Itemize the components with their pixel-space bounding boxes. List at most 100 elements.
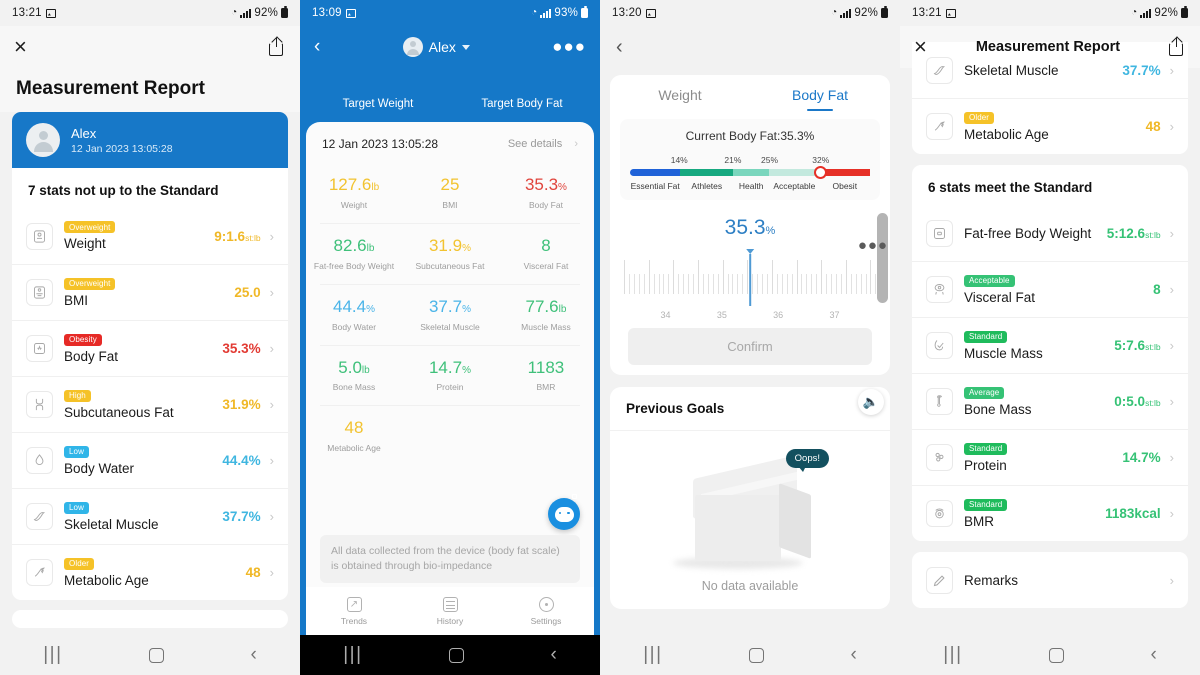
table-row[interactable]: Obesity Body Fat 35.3% › (12, 320, 288, 376)
see-details-link[interactable]: See details › (508, 138, 578, 150)
user-card[interactable]: Alex 12 Jan 2023 13:05:28 (12, 112, 288, 168)
share-icon[interactable] (269, 38, 286, 56)
scrollbar-thumb[interactable] (877, 213, 888, 303)
confirm-button[interactable]: Confirm (628, 328, 872, 365)
ruler-tick (628, 274, 630, 294)
table-row[interactable]: Older Metabolic Age 48 › (12, 544, 288, 600)
android-navbar[interactable]: ||| ‹ (300, 635, 600, 675)
android-navbar[interactable]: ||| ‹ (900, 635, 1200, 675)
close-icon[interactable]: × (14, 36, 27, 58)
scale-knob[interactable] (813, 166, 827, 179)
row-label: BMI (64, 292, 89, 308)
signal-icon (840, 8, 852, 18)
row-label: Metabolic Age (64, 572, 149, 588)
table-row[interactable]: Low Body Water 44.4% › (12, 432, 288, 488)
metric-cell[interactable]: 48 Metabolic Age (306, 406, 402, 466)
status-bar: 13:09 ◔ 93% (300, 0, 600, 26)
stats-list: Overweight Weight 9:1.6st:lb › Overweight BMI… (12, 208, 288, 600)
back-button[interactable]: ‹ (550, 644, 556, 666)
recents-button[interactable]: ||| (343, 644, 362, 666)
ruler-tick (742, 274, 744, 294)
metric-cell[interactable]: 127.6lb Weight (306, 163, 402, 223)
table-row[interactable]: Overweight BMI 25.0 › (12, 264, 288, 320)
chevron-right-icon: › (269, 565, 274, 580)
ruler-tick (791, 274, 793, 294)
table-row[interactable]: Average Bone Mass 0:5.0st:lb › (912, 373, 1188, 429)
metric-cell[interactable]: 14.7% Protein (402, 346, 498, 406)
ruler-tick (870, 260, 872, 294)
table-row[interactable]: Skeletal Muscle 37.7% › (912, 42, 1188, 98)
android-navbar[interactable]: ||| ‹ (0, 635, 300, 675)
table-row[interactable]: Low Skeletal Muscle 37.7% › (12, 488, 288, 544)
home-button[interactable] (748, 647, 764, 663)
remarks-row[interactable]: Remarks › (912, 552, 1188, 608)
more-options-icon[interactable]: ●●● (858, 237, 888, 254)
back-button[interactable]: ‹ (250, 644, 256, 666)
value-ruler[interactable]: 34 35 36 37 (622, 246, 878, 320)
row-label: Skeletal Muscle (64, 516, 159, 532)
metric-cell[interactable]: 25 BMI (402, 163, 498, 223)
metric-cell[interactable]: 8 Visceral Fat (498, 224, 594, 284)
chevron-right-icon: › (1169, 119, 1174, 134)
table-row[interactable]: Overweight Weight 9:1.6st:lb › (12, 208, 288, 264)
user-selector[interactable]: Alex (320, 37, 552, 57)
metrics-row: 82.6lb Fat-free Body Weight 31.9% Subcutane… (306, 224, 594, 284)
table-row[interactable]: Fat-free Body Weight 5:12.6st:lb › (912, 205, 1188, 261)
home-button[interactable] (148, 647, 164, 663)
metric-cell[interactable]: 31.9% Subcutaneous Fat (402, 224, 498, 284)
metric-name: BMI (442, 199, 458, 210)
panel-body-fat-picker: 13:20 ◔ 92% ‹ Weight Body Fat Current Bo (600, 0, 900, 675)
weight-icon (26, 222, 53, 250)
table-row[interactable]: Acceptable Visceral Fat 8 › (912, 261, 1188, 317)
sound-toggle-icon[interactable]: 🔈 (858, 389, 884, 415)
metric-cell[interactable]: 44.4% Body Water (306, 285, 402, 345)
back-button[interactable]: ‹ (1150, 644, 1156, 666)
table-row[interactable]: Standard BMR 1183kcal › (912, 485, 1188, 541)
tab-trends[interactable]: Trends (306, 596, 402, 626)
android-navbar[interactable]: ||| ‹ (600, 635, 900, 675)
assistant-fab[interactable] (548, 494, 580, 530)
table-row[interactable]: Standard Protein 14.7% › (912, 429, 1188, 485)
back-icon[interactable]: ‹ (600, 26, 900, 69)
report-topbar: × (0, 26, 300, 68)
recents-button[interactable]: ||| (943, 644, 962, 666)
metric-cell[interactable]: 1183 BMR (498, 346, 594, 406)
row-label: Fat-free Body Weight (964, 225, 1092, 241)
tab-weight[interactable]: Weight (610, 87, 750, 111)
metric-value: 8 (541, 235, 551, 255)
panel-scale-dashboard: 13:09 ◔ 93% ‹ Alex ●●● Target Weight Tar… (300, 0, 600, 675)
metric-cell[interactable]: 37.7% Skeletal Muscle (402, 285, 498, 345)
target-body-fat-button[interactable]: Target Body Fat (450, 86, 594, 122)
metric-value: 1183 (527, 357, 565, 377)
home-button[interactable] (1048, 647, 1064, 663)
tab-history[interactable]: History (402, 596, 498, 626)
remarks-card[interactable]: Remarks › (912, 552, 1188, 608)
metrics-grid: 127.6lb Weight 25 BMI 35.3% Body Fat 82.6lb Fat… (306, 163, 594, 466)
metric-cell[interactable]: 35.3% Body Fat (498, 163, 594, 223)
back-button[interactable]: ‹ (850, 644, 856, 666)
metric-cell[interactable]: 82.6lb Fat-free Body Weight (306, 224, 402, 284)
tab-settings[interactable]: Settings (498, 596, 594, 626)
recents-button[interactable]: ||| (643, 644, 662, 666)
tab-settings-label: Settings (530, 615, 562, 626)
ruler-tick (766, 274, 768, 294)
target-weight-button[interactable]: Target Weight (306, 86, 450, 122)
more-options-icon[interactable]: ●●● (552, 37, 586, 57)
ruler-tick (693, 274, 694, 294)
disclaimer-text: All data collected from the device (body… (320, 534, 580, 583)
ruler-tick (707, 274, 709, 294)
avatar (26, 123, 60, 157)
table-row[interactable]: High Subcutaneous Fat 31.9% › (12, 376, 288, 432)
recents-button[interactable]: ||| (43, 644, 62, 666)
table-row[interactable]: Standard Muscle Mass 5:7.6st:lb › (912, 317, 1188, 373)
table-row[interactable]: Older Metabolic Age 48 › (912, 98, 1188, 154)
scale-zone-label: Athletes (691, 181, 723, 191)
metric-cell[interactable]: 77.6lb Muscle Mass (498, 285, 594, 345)
signal-icon (1140, 8, 1152, 18)
status-bar: 13:21 ◔ 92% (900, 0, 1200, 26)
metric-cell[interactable]: 5.0lb Bone Mass (306, 346, 402, 406)
home-button[interactable] (448, 647, 464, 663)
remarks-label: Remarks (964, 572, 1019, 588)
tab-body-fat[interactable]: Body Fat (750, 87, 890, 111)
oops-bubble: Oops! (785, 449, 829, 472)
